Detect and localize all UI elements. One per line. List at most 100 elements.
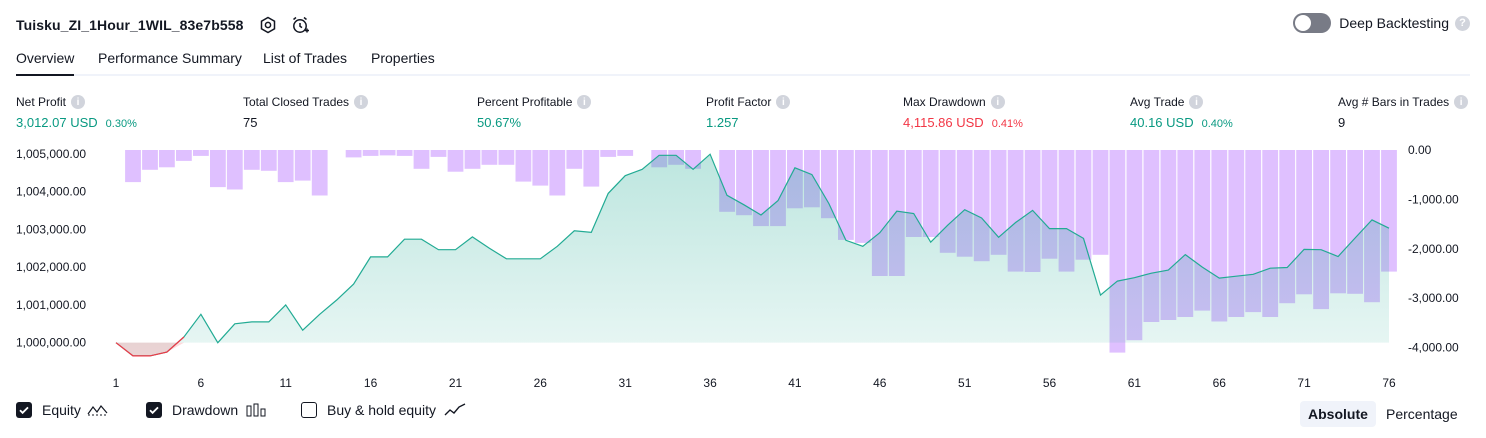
info-icon[interactable]: i [1189, 95, 1204, 109]
deep-backtesting-control: Deep Backtesting ? [1293, 13, 1470, 33]
drawdown-bar [481, 150, 498, 165]
info-icon[interactable]: i [71, 95, 86, 109]
settings-gear-icon[interactable] [258, 15, 278, 35]
drawdown-bar [566, 150, 583, 169]
legend-equity: Equity [16, 402, 109, 418]
metric-label: Profit Factor [706, 95, 772, 109]
x-axis-tick: 51 [958, 376, 972, 390]
drawdown-bar [294, 150, 311, 181]
drawdown-bar [600, 150, 617, 157]
x-axis-tick: 1 [113, 376, 120, 390]
buy-hold-label: Buy & hold equity [327, 402, 436, 418]
equity-drawdown-chart: 1,000,000.00 1,001,000.00 1,002,000.00 1,00… [16, 143, 1459, 390]
drawdown-bar [549, 150, 566, 196]
tab-list-of-trades[interactable]: List of Trades [263, 48, 347, 74]
equity-label: Equity [42, 402, 81, 418]
drawdown-bar [447, 150, 464, 172]
drawdown-bar [1092, 150, 1109, 255]
strategy-title: Tuisku_ZI_1Hour_1WIL_83e7b558 [16, 17, 244, 33]
info-icon[interactable]: i [577, 95, 592, 109]
x-axis-tick: 66 [1213, 376, 1227, 390]
equity-axis-tick: 1,002,000.00 [16, 260, 86, 274]
drawdown-bar [532, 150, 549, 186]
metric-profit-factor: Profit Factor i 1.257 [706, 94, 791, 130]
info-icon[interactable]: i [1454, 95, 1469, 109]
x-axis-tick: 61 [1128, 376, 1142, 390]
help-icon[interactable]: ? [1455, 15, 1470, 31]
metric-avg-trade: Avg Trade i 40.16 USD 0.40% [1130, 94, 1233, 130]
drawdown-checkbox[interactable] [146, 402, 162, 418]
drawdown-label: Drawdown [172, 402, 239, 418]
drawdown-bar [210, 150, 226, 188]
metric-value: 50.67% [477, 115, 522, 130]
drawdown-bar [311, 150, 328, 196]
drawdown-bar [159, 150, 175, 168]
metric-label: Percent Profitable [477, 95, 573, 109]
buy-hold-checkbox[interactable] [301, 402, 317, 418]
metric-value: 4,115.86 USD [903, 115, 984, 130]
equity-axis-tick: 1,004,000.00 [16, 185, 86, 199]
drawdown-bar [617, 150, 634, 156]
drawdown-axis-tick: -4,000.00 [1408, 341, 1459, 355]
tab-properties[interactable]: Properties [371, 48, 435, 74]
drawdown-bar [260, 150, 277, 171]
drawdown-bar [277, 150, 294, 183]
info-icon[interactable]: i [776, 95, 791, 109]
x-axis-tick: 71 [1297, 376, 1311, 390]
metric-label: Max Drawdown [903, 95, 986, 109]
buy-hold-line-icon [444, 403, 466, 417]
equity-axis-tick: 1,003,000.00 [16, 222, 86, 236]
drawdown-bar [515, 150, 532, 182]
metric-value: 9 [1338, 115, 1346, 130]
tab-overview[interactable]: Overview [16, 48, 75, 76]
legend-drawdown: Drawdown [146, 402, 266, 418]
metric-total-closed-trades: Total Closed Trades i 75 [243, 94, 369, 130]
drawdown-bar [362, 150, 379, 156]
percentage-button[interactable]: Percentage [1380, 401, 1464, 427]
drawdown-bar [464, 150, 481, 169]
drawdown-bar [379, 150, 396, 156]
drawdown-bar [176, 150, 192, 161]
metric-label: Net Profit [16, 95, 67, 109]
x-axis-tick: 16 [364, 376, 378, 390]
x-axis-tick: 36 [703, 376, 717, 390]
x-axis-tick: 26 [534, 376, 548, 390]
equity-axis-tick: 1,000,000.00 [16, 336, 86, 350]
metric-percent: 0.41% [991, 118, 1023, 130]
equity-checkbox[interactable] [16, 402, 32, 418]
drawdown-bar [854, 150, 871, 243]
drawdown-bar [193, 150, 209, 156]
report-tabs: Overview Performance Summary List of Tra… [16, 48, 1470, 76]
drawdown-bar [413, 150, 430, 169]
metric-value: 1.257 [706, 115, 739, 130]
tab-performance-summary[interactable]: Performance Summary [98, 48, 242, 74]
x-axis-tick: 76 [1382, 376, 1396, 390]
metric-percent: 0.40% [1201, 118, 1233, 130]
metric-label: Avg # Bars in Trades [1338, 95, 1450, 109]
metric-value: 75 [243, 115, 258, 130]
metric-max-drawdown: Max Drawdown i 4,115.86 USD 0.41% [903, 94, 1023, 130]
metric-avg-bars-in-trades: Avg # Bars in Trades i 9 [1338, 94, 1469, 130]
equity-line-icon [87, 403, 109, 417]
alarm-clock-icon[interactable] [290, 15, 310, 35]
deep-backtesting-label: Deep Backtesting [1339, 15, 1449, 31]
drawdown-bar [142, 150, 158, 170]
metric-label: Total Closed Trades [243, 95, 350, 109]
deep-backtesting-toggle[interactable] [1293, 13, 1332, 33]
equity-axis-tick: 1,005,000.00 [16, 147, 86, 161]
drawdown-axis-tick: -3,000.00 [1408, 291, 1459, 305]
equity-axis-tick: 1,001,000.00 [16, 298, 86, 312]
equity-loss-area [116, 342, 184, 356]
absolute-button[interactable]: Absolute [1300, 401, 1376, 427]
info-icon[interactable]: i [354, 95, 369, 109]
drawdown-axis-tick: 0.00 [1408, 143, 1432, 157]
x-axis-tick: 41 [788, 376, 802, 390]
legend-buy-hold: Buy & hold equity [301, 402, 466, 418]
x-axis-tick: 6 [198, 376, 205, 390]
drawdown-bar [125, 150, 141, 183]
drawdown-bar [838, 150, 854, 240]
metric-value: 3,012.07 USD [16, 115, 98, 130]
info-icon[interactable]: i [990, 95, 1005, 109]
drawdown-bar [345, 150, 362, 158]
drawdown-bars-icon [246, 403, 266, 417]
